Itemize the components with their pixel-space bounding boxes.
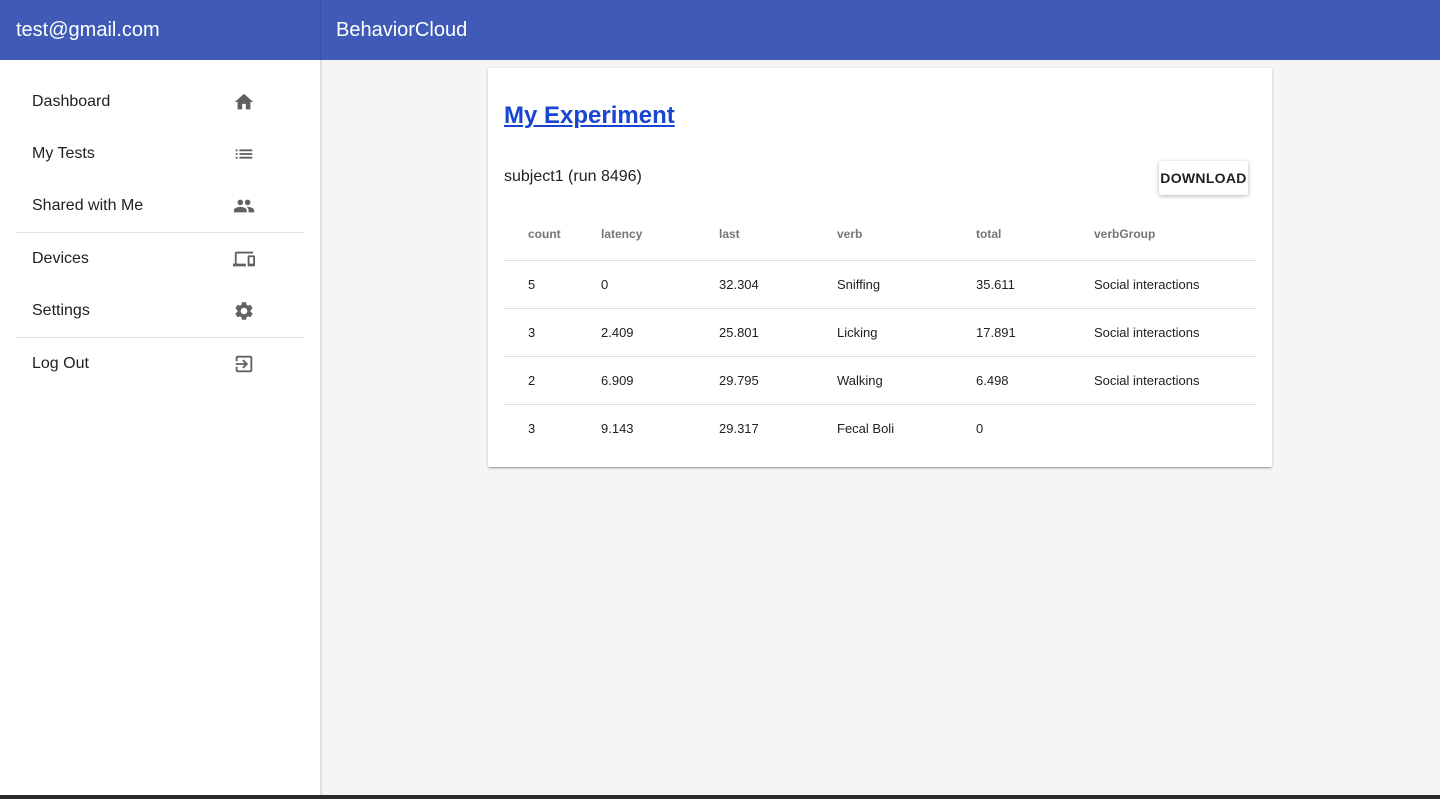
table-cell [1094,404,1256,452]
sidebar-item-dashboard[interactable]: Dashboard [16,76,304,128]
column-header[interactable]: count [504,208,601,261]
people-icon [232,194,256,218]
sidebar: Dashboard My Tests Shared with Me Device… [0,60,321,795]
table-cell: 6.909 [601,356,719,405]
home-icon [232,90,256,114]
table-cell: 29.317 [719,420,759,436]
sidebar-item-settings[interactable]: Settings [16,285,304,337]
sidebar-item-devices[interactable]: Devices [16,233,304,285]
sidebar-item-label: Dashboard [32,93,111,110]
table-cell: 0 [976,420,984,436]
table-row: 2 6.909 29.795 Walking 6.498 Social inte… [504,356,1256,405]
app-header: BehaviorCloud [321,0,1440,60]
subject-label: subject1 (run 8496) [504,168,642,185]
table-cell: 17.891 [976,308,1094,357]
column-header[interactable]: total [976,208,1094,261]
logout-icon [232,352,256,376]
table-cell: 3 [504,308,601,357]
results-table: count latency last verb total verbGroup … [504,208,1256,452]
sidebar-item-shared-with-me[interactable]: Shared with Me [16,180,304,232]
sidebar-item-label: Settings [32,302,90,319]
sidebar-item-label: My Tests [32,145,95,162]
table-cell: Social interactions [1094,356,1256,405]
table-cell: 0 [601,260,719,309]
experiment-title-link[interactable]: My Experiment [504,102,675,130]
column-header[interactable]: verb [837,208,976,261]
table-cell: 35.611 [976,260,1094,309]
table-cell: 29.795 [719,356,837,405]
table-cell: 3 [528,420,536,436]
table-cell: Social interactions [1094,308,1256,357]
table-row: 5 0 32.304 Sniffing 35.611 Social intera… [504,260,1256,309]
table-cell: 32.304 [719,260,837,309]
table-row: 3 2.409 25.801 Licking 17.891 Social int… [504,308,1256,357]
user-header: test@gmail.com [0,0,321,60]
app-title: BehaviorCloud [336,18,468,41]
sidebar-item-label: Log Out [32,355,89,372]
table-cell: 9.143 [601,420,634,436]
table-cell: Social interactions [1094,260,1256,309]
sidebar-item-label: Devices [32,250,89,267]
app-root: test@gmail.com BehaviorCloud Dashboard M… [0,0,1440,795]
devices-icon [232,247,256,271]
table-cell: Walking [837,356,976,405]
table-cell: Fecal Boli [837,420,895,436]
sidebar-item-my-tests[interactable]: My Tests [16,128,304,180]
list-icon [232,142,256,166]
table-header-row: count latency last verb total verbGroup [504,208,1256,261]
table-cell: 2.409 [601,308,719,357]
table-cell: 25.801 [719,308,837,357]
column-header[interactable]: verbGroup [1094,208,1256,261]
download-button[interactable]: DOWNLOAD [1159,161,1248,195]
table-cell: 2 [504,356,601,405]
experiment-card: My Experiment subject1 (run 8496) DOWNLO… [488,68,1272,467]
table-cell: 6.498 [976,356,1094,405]
user-email: test@gmail.com [16,18,160,41]
table-cell: Licking [837,308,976,357]
table-cell: 5 [504,260,601,309]
sidebar-item-log-out[interactable]: Log Out [16,338,304,390]
table-cell: Sniffing [837,260,976,309]
gear-icon [232,299,256,323]
column-header[interactable]: last [719,208,837,261]
sidebar-item-label: Shared with Me [32,197,144,214]
table-row: 3 9.143 29.317 Fecal Boli 0 [504,404,1256,452]
column-header[interactable]: latency [601,208,719,261]
